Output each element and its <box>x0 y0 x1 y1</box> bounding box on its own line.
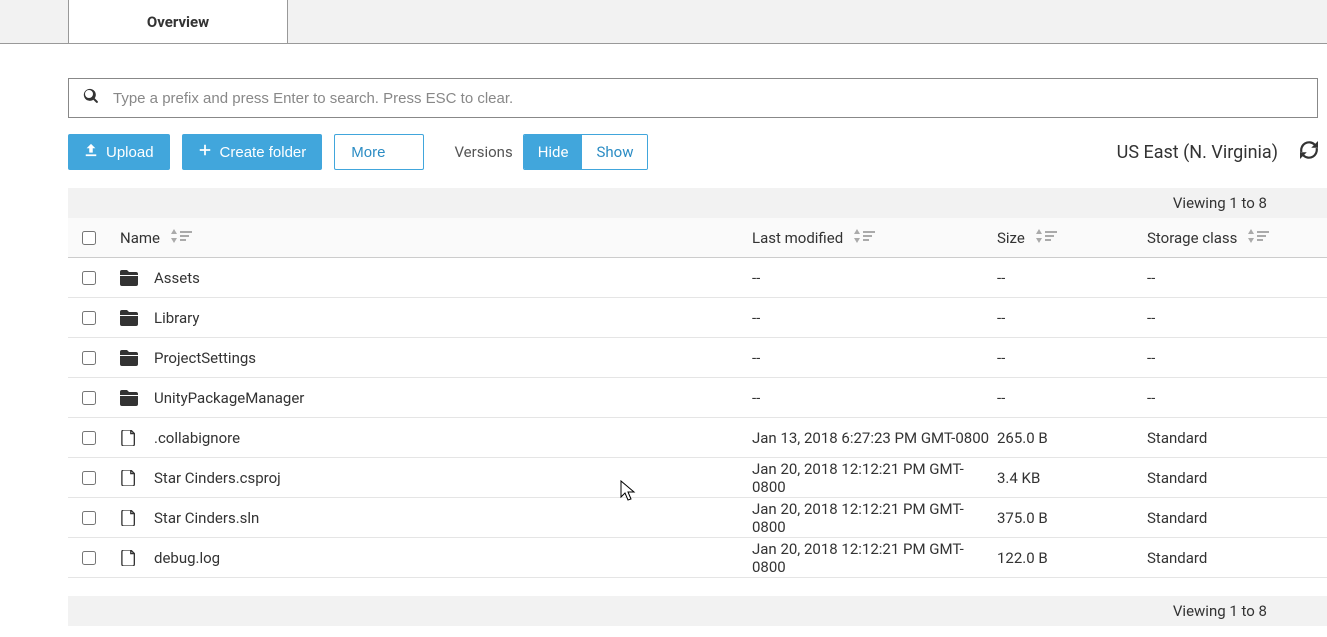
column-header-modified[interactable]: Last modified <box>752 229 843 247</box>
item-size: 375.0 B <box>997 509 1048 527</box>
table-row[interactable]: .collabignore Jan 13, 2018 6:27:23 PM GMT… <box>68 418 1327 458</box>
column-header-storage[interactable]: Storage class <box>1147 229 1237 247</box>
item-modified: Jan 20, 2018 12:12:21 PM GMT-0800 <box>752 460 997 496</box>
item-storage: Standard <box>1147 429 1207 447</box>
status-bar-top: Viewing 1 to 8 <box>68 188 1327 218</box>
upload-icon <box>84 143 98 161</box>
versions-show-button[interactable]: Show <box>582 135 647 169</box>
row-checkbox[interactable] <box>82 311 96 325</box>
toolbar: Upload Create folder More Versions Hide <box>68 134 1318 170</box>
column-header-name[interactable]: Name <box>120 229 160 247</box>
item-size: 265.0 B <box>997 429 1048 447</box>
viewing-count-bottom: Viewing 1 to 8 <box>1173 602 1267 620</box>
item-name[interactable]: Star Cinders.csproj <box>154 469 281 487</box>
item-name[interactable]: Assets <box>154 269 200 287</box>
item-size: 3.4 KB <box>997 469 1040 487</box>
table-header: Name Last modified Size <box>68 218 1327 258</box>
file-table: Name Last modified Size <box>68 218 1327 578</box>
chevron-down-icon <box>393 143 407 161</box>
upload-label: Upload <box>106 144 154 161</box>
select-all-checkbox[interactable] <box>82 231 96 245</box>
table-row[interactable]: debug.log Jan 20, 2018 12:12:21 PM GMT-08… <box>68 538 1327 578</box>
table-row[interactable]: Library -- -- -- <box>68 298 1327 338</box>
item-size: -- <box>997 349 1005 367</box>
versions-toggle: Hide Show <box>523 134 649 170</box>
status-bar-bottom: Viewing 1 to 8 <box>68 596 1327 626</box>
item-modified: -- <box>752 389 760 407</box>
item-storage: -- <box>1147 349 1155 367</box>
file-icon <box>120 550 138 566</box>
tab-overview[interactable]: Overview <box>68 0 288 43</box>
item-modified: Jan 13, 2018 6:27:23 PM GMT-0800 <box>752 429 989 447</box>
folder-icon <box>120 350 138 366</box>
sort-icon[interactable] <box>1035 229 1057 247</box>
item-name[interactable]: debug.log <box>154 549 220 567</box>
create-folder-button[interactable]: Create folder <box>182 134 323 170</box>
column-header-size[interactable]: Size <box>997 229 1025 247</box>
row-checkbox[interactable] <box>82 391 96 405</box>
sort-icon[interactable] <box>1247 229 1269 247</box>
row-checkbox[interactable] <box>82 551 96 565</box>
more-label: More <box>351 144 385 161</box>
item-modified: Jan 20, 2018 12:12:21 PM GMT-0800 <box>752 540 997 576</box>
tabs-bar: Overview <box>0 0 1327 44</box>
item-storage: Standard <box>1147 549 1207 567</box>
item-name[interactable]: .collabignore <box>154 429 240 447</box>
search-input[interactable] <box>113 90 1303 107</box>
item-size: -- <box>997 309 1005 327</box>
row-checkbox[interactable] <box>82 271 96 285</box>
sort-icon[interactable] <box>853 229 875 247</box>
folder-icon <box>120 270 138 286</box>
item-storage: -- <box>1147 269 1155 287</box>
plus-icon <box>198 143 212 161</box>
item-name[interactable]: UnityPackageManager <box>154 389 304 407</box>
table-row[interactable]: UnityPackageManager -- -- -- <box>68 378 1327 418</box>
item-size: -- <box>997 269 1005 287</box>
refresh-button[interactable] <box>1300 141 1318 163</box>
versions-label: Versions <box>454 143 512 161</box>
row-checkbox[interactable] <box>82 431 96 445</box>
item-name[interactable]: Star Cinders.sln <box>154 509 259 527</box>
tab-overview-label: Overview <box>147 13 209 31</box>
folder-icon <box>120 310 138 326</box>
item-modified: -- <box>752 349 760 367</box>
sort-icon[interactable] <box>170 229 192 247</box>
viewing-count-top: Viewing 1 to 8 <box>1173 194 1267 212</box>
file-icon <box>120 510 138 526</box>
item-name[interactable]: ProjectSettings <box>154 349 256 367</box>
upload-button[interactable]: Upload <box>68 134 170 170</box>
item-name[interactable]: Library <box>154 309 199 327</box>
table-row[interactable]: Star Cinders.csproj Jan 20, 2018 12:12:21… <box>68 458 1327 498</box>
create-folder-label: Create folder <box>220 144 307 161</box>
item-modified: Jan 20, 2018 12:12:21 PM GMT-0800 <box>752 500 997 536</box>
item-size: 122.0 B <box>997 549 1048 567</box>
row-checkbox[interactable] <box>82 511 96 525</box>
item-storage: Standard <box>1147 509 1207 527</box>
row-checkbox[interactable] <box>82 351 96 365</box>
search-icon <box>83 88 113 108</box>
item-storage: -- <box>1147 309 1155 327</box>
folder-icon <box>120 390 138 406</box>
file-icon <box>120 470 138 486</box>
versions-hide-button[interactable]: Hide <box>524 135 583 169</box>
row-checkbox[interactable] <box>82 471 96 485</box>
table-row[interactable]: Assets -- -- -- <box>68 258 1327 298</box>
more-button[interactable]: More <box>334 134 424 170</box>
table-row[interactable]: Star Cinders.sln Jan 20, 2018 12:12:21 PM… <box>68 498 1327 538</box>
region-label: US East (N. Virginia) <box>1117 142 1278 163</box>
item-modified: -- <box>752 269 760 287</box>
item-size: -- <box>997 389 1005 407</box>
table-row[interactable]: ProjectSettings -- -- -- <box>68 338 1327 378</box>
file-icon <box>120 430 138 446</box>
item-storage: Standard <box>1147 469 1207 487</box>
item-modified: -- <box>752 309 760 327</box>
search-box[interactable] <box>68 78 1318 118</box>
item-storage: -- <box>1147 389 1155 407</box>
